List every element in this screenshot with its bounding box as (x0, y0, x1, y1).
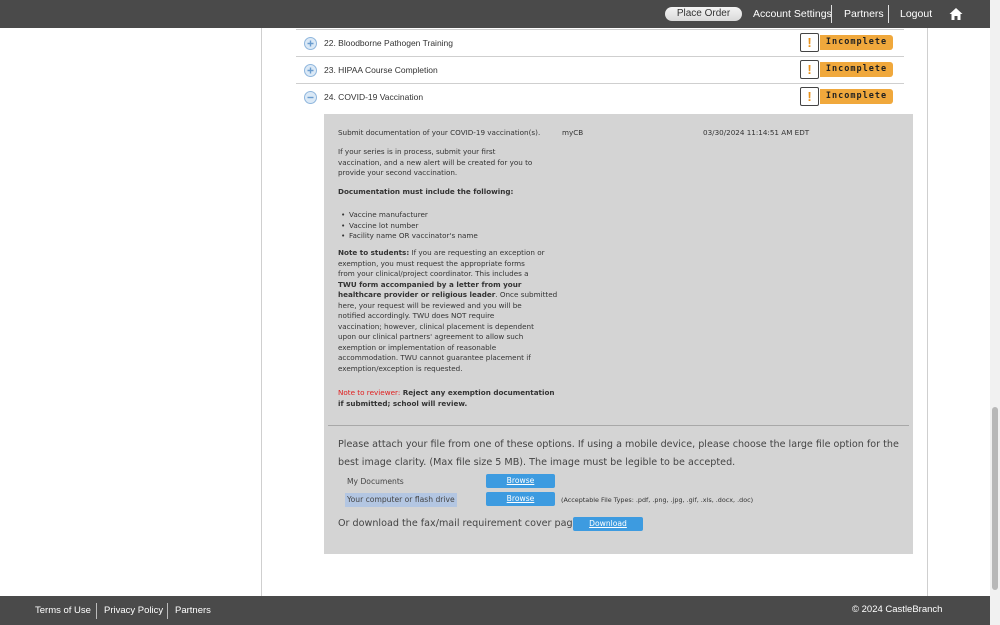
status-badge: ! Incomplete (800, 87, 893, 106)
must-include-heading: Documentation must include the following… (338, 187, 514, 196)
status-badge: ! Incomplete (800, 33, 893, 52)
right-frame-line (927, 28, 928, 596)
expand-plus-icon[interactable] (304, 37, 317, 50)
copyright: © 2024 CastleBranch (852, 604, 943, 615)
note-text: exemption or implementation of reasonabl… (338, 342, 497, 352)
download-button[interactable]: Download (573, 517, 643, 531)
requirement-title: 24. COVID-19 Vaccination (324, 92, 424, 102)
source-label: myCB (562, 128, 584, 137)
requirement-row-23[interactable]: 23. HIPAA Course Completion ! Incomplete (296, 57, 904, 84)
note-text: upon our clinical partners' agreement to… (338, 332, 524, 341)
series-text: vaccination, and a new alert will be cre… (338, 157, 533, 167)
series-text: provide your second vaccination. (338, 168, 458, 177)
requirement-detail-panel: Submit documentation of your COVID-19 va… (324, 114, 913, 554)
reviewer-text: if submitted; school will review. (338, 398, 468, 408)
privacy-policy-link[interactable]: Privacy Policy (104, 605, 163, 617)
note-text: exemption, you must request the appropri… (338, 258, 525, 268)
home-icon[interactable] (949, 7, 963, 21)
note-bold-text: healthcare provider or religious leader (338, 290, 496, 299)
computer-flash-drive-label: Your computer or flash drive (345, 493, 457, 507)
footer-divider (96, 603, 97, 619)
place-order-button[interactable]: Place Order (665, 7, 742, 21)
note-text: healthcare provider or religious leader.… (338, 290, 557, 301)
footer: Terms of Use Privacy Policy Partners © 2… (0, 596, 990, 625)
footer-partners-link[interactable]: Partners (175, 605, 211, 617)
nav-divider (888, 5, 889, 23)
note-text: If you are requesting an exception or (409, 248, 545, 257)
note-label: Note to students: (338, 248, 410, 257)
browse-computer-button[interactable]: Browse (486, 492, 555, 506)
note-text: exemption/exception is requested. (338, 363, 463, 373)
alert-icon: ! (800, 87, 819, 106)
acceptable-file-types: (Acceptable File Types: .pdf, .png, .jpg… (561, 496, 754, 504)
reviewer-text: Reject any exemption documentation (400, 388, 555, 397)
note-text: notified accordingly. TWU does NOT requi… (338, 311, 495, 320)
note-text: from your clinical/project coordinator. … (338, 269, 529, 278)
attach-instructions: Please attach your file from one of thes… (338, 439, 899, 468)
account-settings-link[interactable]: Account Settings (753, 7, 832, 21)
my-documents-label: My Documents (347, 477, 404, 486)
left-frame-line (261, 28, 262, 596)
submit-instruction: Submit documentation of your COVID-19 va… (338, 128, 541, 137)
note-text: here, your request will be reviewed and … (338, 300, 522, 310)
timestamp: 03/30/2024 11:14:51 AM EDT (703, 128, 810, 137)
terms-of-use-link[interactable]: Terms of Use (35, 605, 91, 617)
panel-divider (328, 425, 909, 426)
download-cover-page-text: Or download the fax/mail requirement cov… (338, 518, 579, 529)
requirement-bullet-list: Vaccine manufacturer Vaccine lot number … (338, 210, 478, 242)
logout-link[interactable]: Logout (900, 7, 932, 21)
requirement-row-22[interactable]: 22. Bloodborne Pathogen Training ! Incom… (296, 30, 904, 57)
footer-divider (167, 603, 168, 619)
requirement-title: 22. Bloodborne Pathogen Training (324, 38, 454, 48)
top-bar: Place Order Account Settings Partners Lo… (0, 0, 990, 28)
browse-my-documents-button[interactable]: Browse (486, 474, 555, 488)
requirement-row-24[interactable]: 24. COVID-19 Vaccination ! Incomplete (296, 84, 904, 111)
alert-icon: ! (800, 60, 819, 79)
alert-icon: ! (800, 33, 819, 52)
scrollbar-thumb[interactable] (992, 407, 998, 590)
note-text: TWU form accompanied by a letter from yo… (338, 279, 522, 289)
note-to-students: Note to students: If you are requesting … (338, 248, 545, 259)
note-to-reviewer: Note to reviewer: Reject any exemption d… (338, 388, 555, 399)
status-label: Incomplete (820, 89, 893, 104)
partners-link[interactable]: Partners (844, 7, 884, 21)
note-text: vaccination; however, clinical placement… (338, 321, 534, 331)
series-text: If your series is in process, submit you… (338, 147, 496, 156)
note-text: accommodation. TWU cannot guarantee plac… (338, 353, 531, 362)
requirement-title: 23. HIPAA Course Completion (324, 65, 438, 75)
list-item: Vaccine manufacturer (338, 210, 478, 221)
list-item: Vaccine lot number (338, 221, 478, 232)
status-badge: ! Incomplete (800, 60, 893, 79)
nav-divider (831, 5, 832, 23)
reviewer-label: Note to reviewer: (338, 388, 401, 397)
status-label: Incomplete (820, 62, 893, 77)
note-text: . Once submitted (495, 290, 558, 299)
expand-plus-icon[interactable] (304, 64, 317, 77)
status-label: Incomplete (820, 35, 893, 50)
collapse-minus-icon[interactable] (304, 91, 317, 104)
list-item: Facility name OR vaccinator's name (338, 231, 478, 242)
